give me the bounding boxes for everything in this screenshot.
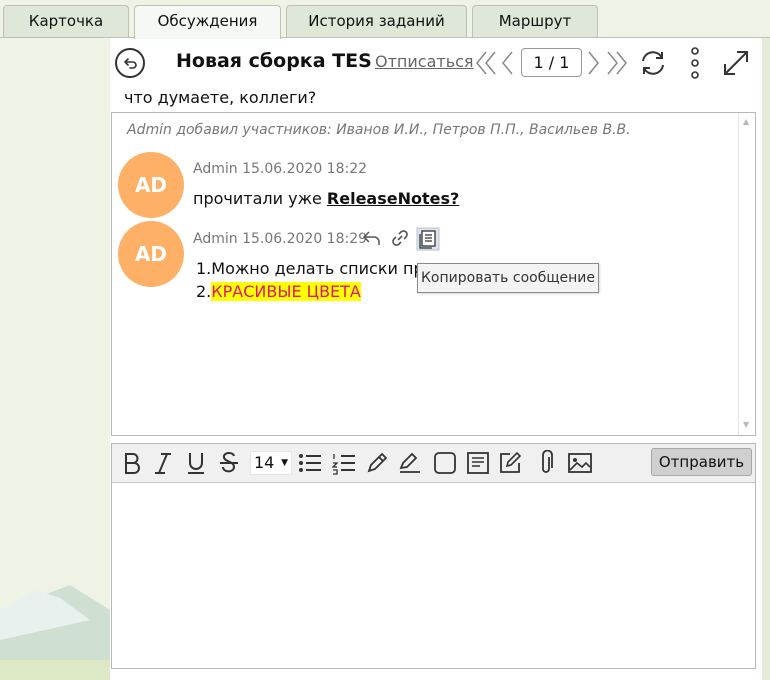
message-editor: 14 ▼ Отправить bbox=[111, 443, 756, 669]
avatar: AD bbox=[118, 152, 184, 218]
tab-discussions[interactable]: Обсуждения bbox=[134, 5, 281, 39]
copy-message-icon[interactable] bbox=[416, 227, 440, 251]
discussion-question: что думаете, коллеги? bbox=[124, 88, 317, 107]
text-block-button[interactable] bbox=[465, 450, 491, 476]
message-list[interactable]: Admin добавил участников: Иванов И.И., П… bbox=[111, 112, 756, 436]
reply-icon[interactable] bbox=[361, 227, 383, 249]
highlight-button[interactable] bbox=[397, 450, 423, 476]
message-list-line-2: 2.КРАСИВЫЕ ЦВЕТА bbox=[196, 282, 361, 301]
system-message: Admin добавил участников: Иванов И.И., П… bbox=[127, 122, 631, 138]
attach-button[interactable] bbox=[533, 450, 559, 476]
tab-bar: Карточка Обсуждения История заданий Марш… bbox=[0, 0, 770, 39]
first-page-icon[interactable] bbox=[475, 50, 497, 76]
edit-block-button[interactable] bbox=[497, 450, 523, 476]
strikethrough-button[interactable] bbox=[216, 450, 242, 476]
send-button[interactable]: Отправить bbox=[651, 448, 752, 476]
numbered-list-icon bbox=[331, 454, 355, 475]
font-size-select[interactable]: 14 ▼ bbox=[250, 451, 292, 475]
message-list-line-1: 1.Можно делать списки пря bbox=[196, 259, 434, 278]
message-list-scrollbar[interactable]: ▲ ▼ bbox=[738, 113, 755, 435]
text-block-icon bbox=[467, 452, 489, 474]
next-page-icon[interactable] bbox=[587, 50, 601, 76]
back-button[interactable] bbox=[115, 48, 145, 78]
prev-page-icon[interactable] bbox=[500, 50, 514, 76]
bulleted-list-icon bbox=[299, 454, 321, 472]
copy-message-tooltip: Копировать сообщение bbox=[417, 263, 599, 293]
more-vertical-icon[interactable] bbox=[688, 46, 702, 80]
underline-button[interactable] bbox=[183, 450, 209, 476]
edit-square-icon bbox=[500, 451, 522, 473]
highlighter-icon bbox=[399, 452, 420, 473]
bold-icon bbox=[125, 453, 140, 474]
back-arrow-icon bbox=[124, 58, 137, 69]
tab-route[interactable]: Маршрут bbox=[472, 5, 598, 37]
list-number: 2. bbox=[196, 282, 212, 301]
image-icon bbox=[568, 453, 592, 473]
underline-icon bbox=[188, 453, 204, 474]
chevron-down-icon: ▼ bbox=[281, 458, 288, 468]
last-page-icon[interactable] bbox=[606, 50, 628, 76]
font-size-value: 14 bbox=[254, 453, 275, 472]
expand-icon[interactable] bbox=[721, 48, 751, 78]
message-text-plain: прочитали уже bbox=[193, 189, 327, 208]
italic-icon bbox=[155, 453, 171, 474]
message-text: прочитали уже ReleaseNotes? bbox=[193, 189, 459, 208]
strikethrough-icon bbox=[220, 451, 238, 473]
scroll-up-icon[interactable]: ▲ bbox=[743, 117, 749, 126]
avatar: AD bbox=[118, 221, 184, 287]
pencil-button[interactable] bbox=[364, 450, 390, 476]
frame-button[interactable] bbox=[432, 450, 458, 476]
insert-image-button[interactable] bbox=[567, 450, 593, 476]
tab-card[interactable]: Карточка bbox=[3, 5, 129, 37]
scroll-down-icon[interactable]: ▼ bbox=[743, 420, 749, 429]
discussion-title: Новая сборка TESSA bbox=[176, 50, 372, 72]
message-meta: Admin 15.06.2020 18:22 bbox=[193, 161, 368, 177]
editor-toolbar: 14 ▼ Отправить bbox=[112, 444, 755, 483]
paperclip-icon bbox=[542, 450, 553, 473]
message-text-bold: ReleaseNotes? bbox=[326, 189, 460, 208]
numbered-list-button[interactable] bbox=[331, 450, 357, 476]
tab-task-history[interactable]: История заданий bbox=[286, 5, 467, 37]
bold-button[interactable] bbox=[119, 450, 145, 476]
message-meta: Admin 15.06.2020 18:29 bbox=[193, 231, 368, 247]
discussion-header: Новая сборка TESSA Отписаться 1 / 1 bbox=[110, 40, 762, 86]
colored-text: КРАСИВЫЕ ЦВЕТА bbox=[211, 282, 361, 301]
refresh-icon[interactable] bbox=[637, 47, 669, 79]
page-indicator[interactable]: 1 / 1 bbox=[521, 48, 582, 77]
square-icon bbox=[434, 452, 456, 474]
pencil-icon bbox=[367, 452, 388, 473]
unsubscribe-link[interactable]: Отписаться bbox=[375, 52, 474, 71]
message-input[interactable] bbox=[112, 483, 755, 668]
italic-button[interactable] bbox=[150, 450, 176, 476]
bulleted-list-button[interactable] bbox=[297, 450, 323, 476]
link-icon[interactable] bbox=[389, 227, 411, 249]
